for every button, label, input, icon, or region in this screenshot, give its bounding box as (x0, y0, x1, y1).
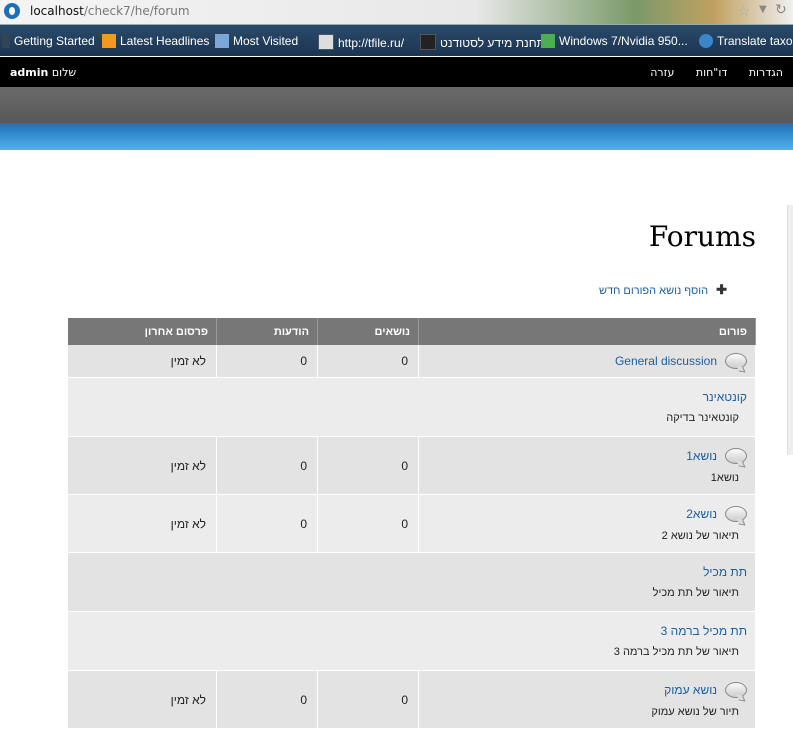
forum-cell: נושא2 תיאור של נושא 2 (418, 494, 756, 553)
col-last-post[interactable]: פרסום אחרון (68, 318, 217, 345)
table-row: General discussion 0 0 לא זמין (68, 345, 756, 378)
bookmark-star-icon[interactable]: ☆ (737, 2, 750, 20)
forum-description: תיאור של נושא 2 (661, 529, 739, 542)
container-cell: תת מכיל ברמה 3 תיאור של תת מכיל ברמה 3 (68, 611, 756, 671)
forum-cell: General discussion (418, 345, 756, 378)
bookmark-student-info[interactable]: תחנת מידע לסטודנט (420, 34, 545, 50)
last-post: לא זמין (68, 345, 217, 378)
bookmark-getting-started[interactable]: Getting Started (2, 34, 95, 48)
forum-link[interactable]: נושא עמוק (664, 683, 717, 697)
reload-icon[interactable]: ↻ (775, 2, 787, 18)
menu-reports[interactable]: דו"חות (696, 66, 727, 79)
container-description: תיאור של תת מכיל (652, 587, 739, 599)
table-row: נושא2 תיאור של נושא 2 0 0 לא זמין (68, 494, 756, 553)
bookmarks-bar: Getting Started Latest Headlines Most Vi… (0, 25, 793, 56)
topics-count: 0 (317, 436, 419, 495)
add-topic-action: ✚ הוסף נושא הפורום חדש (599, 282, 727, 298)
forum-cell: נושא1 נושא1 (418, 436, 756, 495)
container-cell: קונטאינר קונטאינר בדיקה (68, 377, 756, 437)
page-icon (2, 34, 10, 48)
shortcut-bar (0, 87, 793, 123)
col-posts[interactable]: הודעות (216, 318, 318, 345)
menu-settings[interactable]: הגדרות (749, 66, 783, 79)
last-post: לא זמין (68, 494, 217, 553)
forum-bubble-icon (725, 681, 747, 698)
container-description: קונטאינר בדיקה (666, 412, 739, 424)
bookmark-latest-headlines[interactable]: Latest Headlines (102, 34, 209, 48)
posts-count: 0 (216, 436, 318, 495)
forum-link[interactable]: נושא2 (686, 507, 717, 521)
forum-cell: נושא עמוק תיור של נושא עמוק (418, 670, 756, 729)
forum-description: נושא1 (710, 471, 739, 484)
table-row: קונטאינר קונטאינר בדיקה (68, 377, 756, 437)
table-row: תת מכיל תיאור של תת מכיל (68, 552, 756, 612)
topics-count: 0 (317, 670, 419, 729)
col-topics[interactable]: נושאים (317, 318, 419, 345)
add-topic-link[interactable]: הוסף נושא הפורום חדש (599, 285, 708, 297)
url-text[interactable]: localhost/check7/he/forum (30, 4, 190, 18)
container-description: תיאור של תת מכיל ברמה 3 (613, 646, 739, 658)
table-header-row: פורום נושאים הודעות פרסום אחרון (68, 318, 756, 345)
last-post: לא זמין (68, 670, 217, 729)
forum-table: פורום נושאים הודעות פרסום אחרון General … (68, 318, 756, 729)
col-forum[interactable]: פורום (418, 318, 756, 345)
drupal-favicon-icon (4, 3, 20, 19)
username-link[interactable]: admin (10, 66, 48, 79)
forum-bubble-icon (725, 505, 747, 522)
header-banner (0, 123, 793, 150)
posts-count: 0 (216, 494, 318, 553)
bookmark-translate-taxo[interactable]: Translate taxo (699, 34, 793, 48)
page-title: Forums (648, 220, 756, 253)
rss-icon (102, 34, 116, 48)
forum-link[interactable]: נושא1 (686, 449, 717, 463)
forum-link[interactable]: General discussion (615, 354, 717, 368)
url-dropdown-icon[interactable]: ▼ (759, 4, 767, 15)
forum-bubble-icon (725, 447, 747, 464)
container-link[interactable]: תת מכיל ברמה 3 (661, 624, 747, 638)
page-icon (420, 34, 436, 50)
drupal-icon (699, 34, 713, 48)
posts-count: 0 (216, 670, 318, 729)
admin-toolbar: admin שלום הגדרות דו"חות עזרה (0, 57, 793, 87)
last-post: לא זמין (68, 436, 217, 495)
posts-count: 0 (216, 345, 318, 378)
container-link[interactable]: קונטאינר (703, 390, 747, 404)
forum-bubble-icon (725, 353, 747, 369)
plus-icon: ✚ (716, 282, 727, 297)
site-icon (541, 34, 555, 48)
container-cell: תת מכיל תיאור של תת מכיל (68, 552, 756, 612)
table-row: נושא עמוק תיור של נושא עמוק 0 0 לא זמין (68, 670, 756, 729)
table-row: נושא1 נושא1 0 0 לא זמין (68, 436, 756, 495)
topics-count: 0 (317, 345, 419, 378)
menu-help[interactable]: עזרה (650, 66, 674, 79)
container-link[interactable]: תת מכיל (703, 565, 747, 579)
star-folder-icon (215, 34, 229, 48)
bookmark-tfile[interactable]: http://tfile.ru/ (318, 34, 404, 50)
topics-count: 0 (317, 494, 419, 553)
user-greeting: admin שלום (10, 66, 77, 79)
bookmark-windows7-nvidia[interactable]: Windows 7/Nvidia 950... (541, 34, 688, 48)
forum-description: תיור של נושא עמוק (651, 705, 739, 718)
scrollbar[interactable] (787, 205, 793, 455)
table-row: תת מכיל ברמה 3 תיאור של תת מכיל ברמה 3 (68, 611, 756, 671)
tfile-icon (318, 34, 334, 50)
bookmark-most-visited[interactable]: Most Visited (215, 34, 298, 48)
admin-menu: הגדרות דו"חות עזרה (632, 66, 783, 79)
address-bar[interactable]: localhost/check7/he/forum ☆ ▼ ↻ (0, 0, 793, 25)
